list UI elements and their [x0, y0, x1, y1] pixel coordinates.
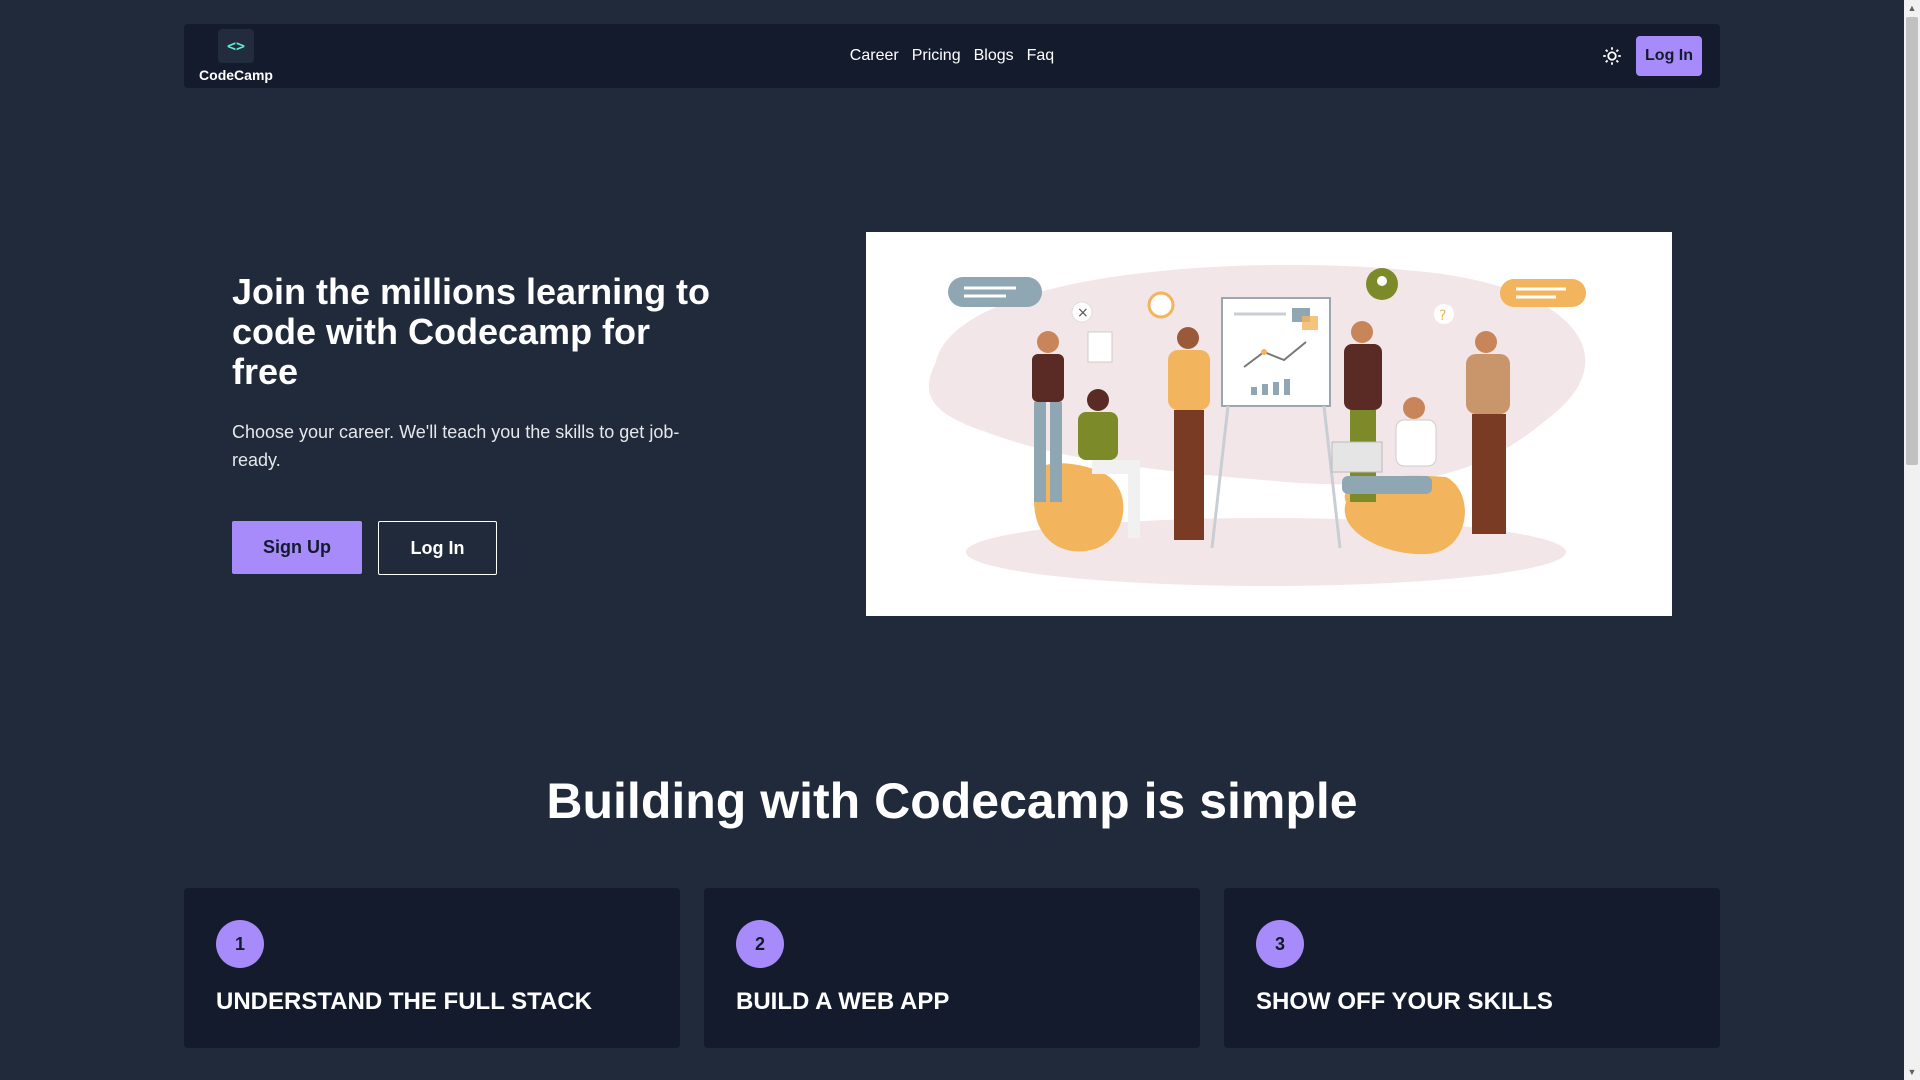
- nav-link-career[interactable]: Career: [850, 47, 899, 65]
- nav-actions: Log In: [1600, 36, 1702, 76]
- step-card-2: 2 BUILD A WEB APP: [704, 888, 1200, 1048]
- hero: Join the millions learning to code with …: [232, 272, 712, 474]
- hero-login-button[interactable]: Log In: [378, 521, 497, 575]
- step-card-3: 3 SHOW OFF YOUR SKILLS: [1224, 888, 1720, 1048]
- step-label: UNDERSTAND THE FULL STACK: [216, 988, 592, 1015]
- navbar: <> CodeCamp Career Pricing Blogs Faq Log…: [184, 24, 1720, 88]
- scroll-up-arrow-icon[interactable]: ▲: [1904, 0, 1920, 16]
- scroll-down-arrow-icon[interactable]: ▼: [1904, 1064, 1920, 1080]
- logo-text: CodeCamp: [199, 67, 273, 83]
- step-number-badge: 1: [216, 920, 264, 968]
- nav-login-button[interactable]: Log In: [1636, 36, 1702, 76]
- section-title: Building with Codecamp is simple: [546, 773, 1358, 829]
- hero-title: Join the millions learning to code with …: [232, 271, 711, 392]
- scrollbar-thumb[interactable]: [1906, 17, 1918, 465]
- hero-illustration: × ?: [866, 232, 1672, 616]
- hero-buttons: Sign Up Log In: [232, 521, 497, 575]
- svg-text:?: ?: [1439, 308, 1446, 324]
- step-card-1: 1 UNDERSTAND THE FULL STACK: [184, 888, 680, 1048]
- sun-icon[interactable]: [1600, 44, 1624, 68]
- step-label: BUILD A WEB APP: [736, 988, 950, 1015]
- step-label: SHOW OFF YOUR SKILLS: [1256, 988, 1553, 1015]
- code-logo-icon: <>: [218, 29, 254, 63]
- signup-button[interactable]: Sign Up: [232, 521, 362, 574]
- nav-link-pricing[interactable]: Pricing: [912, 47, 961, 65]
- nav-link-faq[interactable]: Faq: [1027, 47, 1055, 65]
- page: <> CodeCamp Career Pricing Blogs Faq Log…: [0, 0, 1920, 1080]
- nav-link-blogs[interactable]: Blogs: [974, 47, 1014, 65]
- step-number-badge: 2: [736, 920, 784, 968]
- step-number-badge: 3: [1256, 920, 1304, 968]
- nav-links: Career Pricing Blogs Faq: [850, 47, 1054, 65]
- svg-text:×: ×: [1077, 305, 1089, 321]
- page-scrollbar[interactable]: ▲ ▼: [1904, 0, 1920, 1080]
- hero-subtitle: Choose your career. We'll teach you the …: [232, 422, 680, 470]
- logo[interactable]: <> CodeCamp: [199, 29, 273, 83]
